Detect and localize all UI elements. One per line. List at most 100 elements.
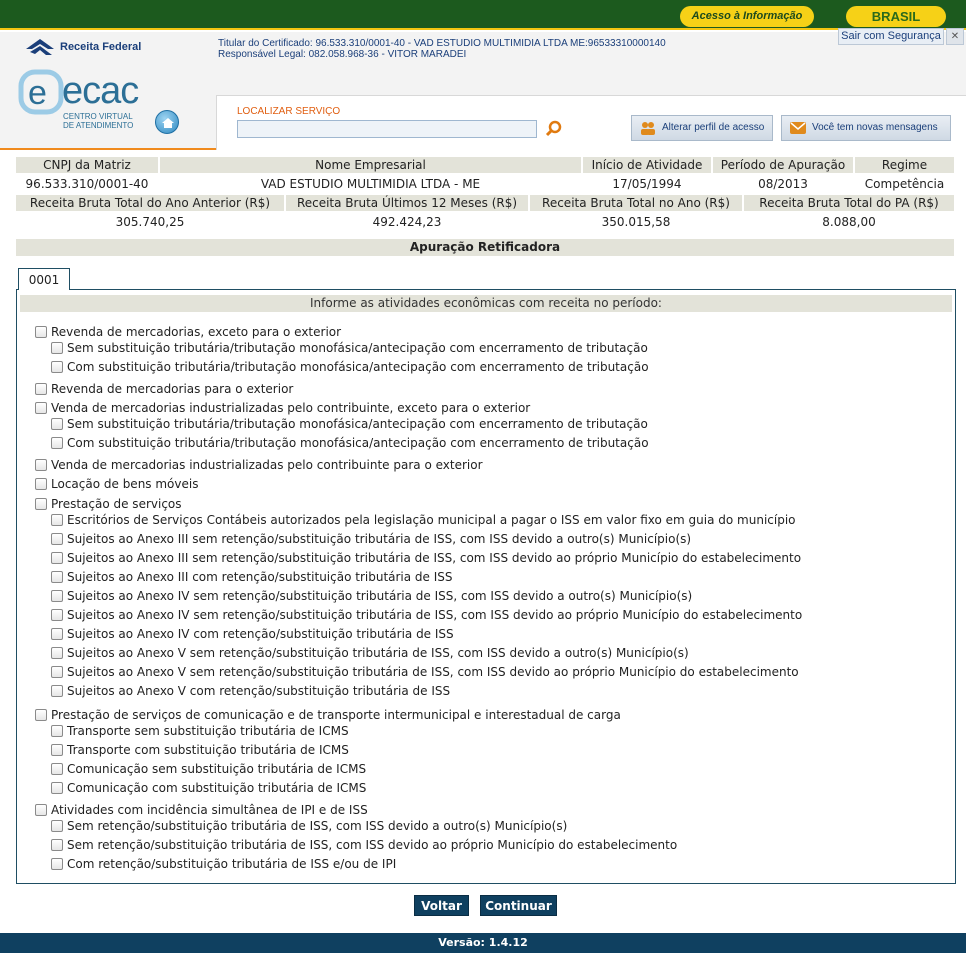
search-icon[interactable] [545,120,563,138]
checkbox[interactable] [35,478,47,490]
value-cnpj: 96.533.310/0001-40 [25,177,149,191]
checkbox[interactable] [51,514,63,526]
checkbox[interactable] [51,342,63,354]
checkbox[interactable] [51,590,63,602]
tab-0001[interactable]: 0001 [18,268,70,290]
checkbox[interactable] [51,839,63,851]
checkbox[interactable] [35,498,47,510]
checkbox[interactable] [51,609,63,621]
checkbox[interactable] [51,571,63,583]
close-icon[interactable]: ✕ [946,28,964,45]
activity-group-option[interactable]: Prestação de serviços de comunicação e d… [35,707,621,723]
activity-sub-option[interactable]: Sem retenção/substituição tributária de … [51,837,677,853]
activity-sub-option[interactable]: Sujeitos ao Anexo III sem retenção/subst… [51,531,691,547]
service-search-input[interactable] [237,120,537,138]
option-label: Sem retenção/substituição tributária de … [67,838,678,852]
receita-federal-brand: Receita Federal [60,41,142,53]
logout-button[interactable]: Sair com Segurança [838,28,944,45]
activity-group-option[interactable]: Revenda de mercadorias para o exterior [35,381,293,397]
option-label: Comunicação com substituição tributária … [67,781,367,795]
activity-sub-option[interactable]: Sujeitos ao Anexo IV com retenção/substi… [51,626,454,642]
checkbox[interactable] [35,459,47,471]
checkbox[interactable] [51,858,63,870]
activity-sub-option[interactable]: Com substituição tributária/tributação m… [51,435,649,451]
option-label: Sujeitos ao Anexo V com retenção/substit… [67,684,451,698]
checkbox[interactable] [51,666,63,678]
checkbox[interactable] [51,782,63,794]
header-rb-ano: Receita Bruta Total no Ano (R$) [530,195,742,211]
continuar-button[interactable]: Continuar [480,895,557,916]
option-label: Sujeitos ao Anexo III sem retenção/subst… [67,532,692,546]
activity-sub-option[interactable]: Comunicação com substituição tributária … [51,780,366,796]
voltar-button[interactable]: Voltar [414,895,469,916]
activity-group-option[interactable]: Atividades com incidência simultânea de … [35,802,368,818]
alterar-perfil-button[interactable]: Alterar perfil de acesso [631,115,773,141]
checkbox[interactable] [35,383,47,395]
checkbox[interactable] [51,361,63,373]
certificate-info: Titular do Certificado: 96.533.310/0001-… [218,38,666,60]
ecac-subtitle: CENTRO VIRTUAL DE ATENDIMENTO [63,112,133,130]
option-label: Locação de bens móveis [51,477,199,491]
activity-sub-option[interactable]: Comunicação sem substituição tributária … [51,761,366,777]
option-label: Transporte com substituição tributária d… [67,743,349,757]
activity-group-option[interactable]: Venda de mercadorias industrializadas pe… [35,400,530,416]
activity-sub-option[interactable]: Sujeitos ao Anexo V com retenção/substit… [51,683,450,699]
activity-sub-option[interactable]: Sujeitos ao Anexo III com retenção/subst… [51,569,453,585]
activity-sub-option[interactable]: Transporte com substituição tributária d… [51,742,349,758]
option-label: Sem substituição tributária/tributação m… [67,417,648,431]
alterar-perfil-label: Alterar perfil de acesso [662,122,765,133]
activity-sub-option[interactable]: Sujeitos ao Anexo V sem retenção/substit… [51,645,689,661]
option-label: Revenda de mercadorias, exceto para o ex… [51,325,342,339]
activity-sub-option[interactable]: Sujeitos ao Anexo V sem retenção/substit… [51,664,799,680]
value-rb-12-meses: 492.424,23 [372,215,442,229]
home-icon[interactable] [155,110,179,134]
checkbox[interactable] [51,647,63,659]
option-label: Sujeitos ao Anexo IV sem retenção/substi… [67,589,693,603]
checkbox[interactable] [51,763,63,775]
mensagens-button[interactable]: Você tem novas mensagens [781,115,951,141]
header-rb-pa: Receita Bruta Total do PA (R$) [744,195,954,211]
activity-sub-option[interactable]: Com substituição tributária/tributação m… [51,359,649,375]
activity-sub-option[interactable]: Sujeitos ao Anexo IV sem retenção/substi… [51,607,802,623]
activity-sub-option[interactable]: Escritórios de Serviços Contábeis autori… [51,512,796,528]
checkbox[interactable] [51,552,63,564]
checkbox[interactable] [51,533,63,545]
activity-sub-option[interactable]: Sujeitos ao Anexo III sem retenção/subst… [51,550,801,566]
checkbox[interactable] [35,709,47,721]
brasil-logo-link[interactable]: BRASIL [846,6,946,27]
option-label: Com retenção/substituição tributária de … [67,857,397,871]
checkbox[interactable] [51,685,63,697]
activity-group-option[interactable]: Locação de bens móveis [35,476,198,492]
header-rb-anterior: Receita Bruta Total do Ano Anterior (R$) [16,195,284,211]
activity-sub-option[interactable]: Transporte sem substituição tributária d… [51,723,349,739]
value-rb-pa: 8.088,00 [822,215,876,229]
acesso-informacao-link[interactable]: Acesso à Informação [680,6,814,27]
checkbox[interactable] [35,402,47,414]
checkbox[interactable] [51,744,63,756]
checkbox[interactable] [35,804,47,816]
activity-group-option[interactable]: Revenda de mercadorias, exceto para o ex… [35,324,341,340]
activity-sub-option[interactable]: Sem retenção/substituição tributária de … [51,818,567,834]
header-cnpj: CNPJ da Matriz [16,157,158,173]
activity-sub-option[interactable]: Sujeitos ao Anexo IV sem retenção/substi… [51,588,692,604]
checkbox[interactable] [51,725,63,737]
option-label: Comunicação sem substituição tributária … [67,762,367,776]
ecac-header: Receita Federal Titular do Certificado: … [0,28,966,150]
apuracao-title: Apuração Retificadora [16,239,954,256]
option-label: Sem substituição tributária/tributação m… [67,341,648,355]
localizar-servico-label: LOCALIZAR SERVIÇO [237,106,341,117]
activity-sub-option[interactable]: Com retenção/substituição tributária de … [51,856,396,872]
activity-group-option[interactable]: Venda de mercadorias industrializadas pe… [35,457,483,473]
activity-group-option[interactable]: Prestação de serviços [35,496,182,512]
checkbox[interactable] [51,628,63,640]
checkbox[interactable] [51,418,63,430]
header-periodo: Período de Apuração [713,157,853,173]
checkbox[interactable] [51,820,63,832]
activity-sub-option[interactable]: Sem substituição tributária/tributação m… [51,416,648,432]
version-footer: Versão: 1.4.12 [0,933,966,953]
checkbox[interactable] [35,326,47,338]
activity-sub-option[interactable]: Sem substituição tributária/tributação m… [51,340,648,356]
option-label: Revenda de mercadorias para o exterior [51,382,294,396]
mensagens-label: Você tem novas mensagens [812,122,938,133]
checkbox[interactable] [51,437,63,449]
